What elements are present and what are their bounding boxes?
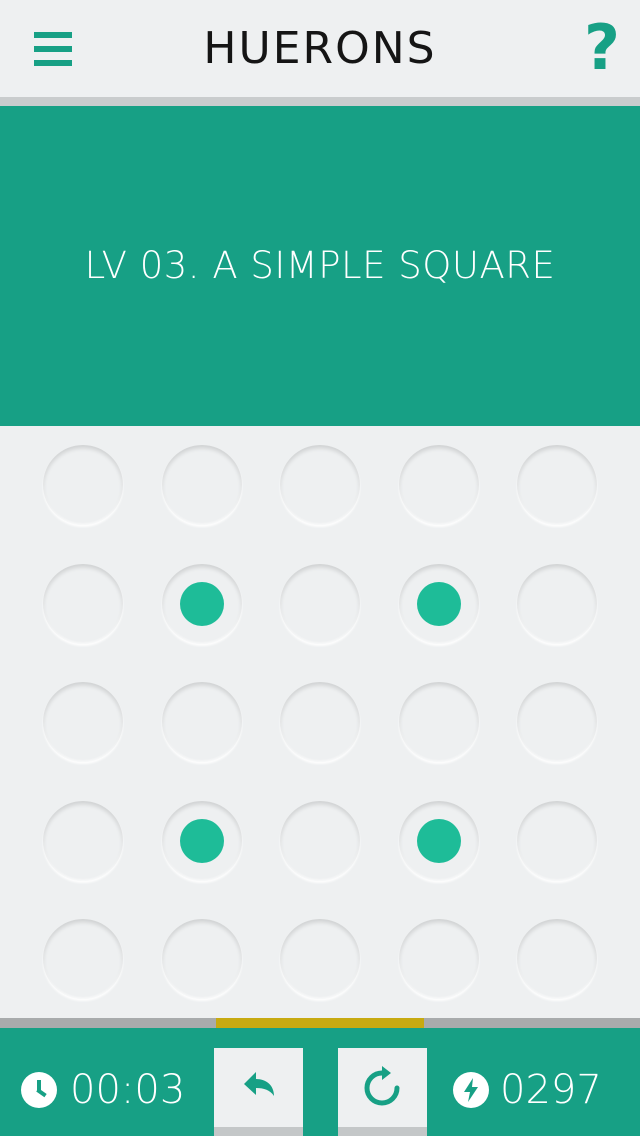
board-hole[interactable]	[43, 919, 123, 999]
filled-dot	[416, 581, 461, 626]
bottom-bar: 00:03 0297	[0, 1028, 640, 1136]
progress-strip	[0, 1018, 640, 1028]
clock-hand	[36, 1088, 47, 1098]
filled-dot	[416, 818, 461, 863]
board-hole[interactable]	[43, 682, 123, 762]
board-hole[interactable]	[398, 682, 479, 762]
board-hole[interactable]	[398, 800, 479, 881]
header: HUERONS ?	[0, 0, 640, 97]
score: 0297	[500, 1067, 602, 1113]
board-hole[interactable]	[280, 800, 360, 881]
board-hole[interactable]	[517, 682, 597, 762]
board-hole[interactable]	[517, 800, 597, 881]
clock-icon	[21, 1072, 57, 1108]
level-banner: LV 03. A SIMPLE SQUARE	[0, 106, 640, 426]
board-hole[interactable]	[43, 800, 123, 881]
board-hole[interactable]	[161, 682, 242, 762]
board-hole[interactable]	[280, 445, 360, 525]
progress-fill	[216, 1018, 424, 1028]
board-hole[interactable]	[398, 445, 479, 525]
board-hole[interactable]	[280, 682, 360, 762]
help-icon[interactable]: ?	[580, 17, 624, 79]
header-divider	[0, 97, 640, 106]
board-hole[interactable]	[517, 919, 597, 999]
timer: 00:03	[70, 1067, 186, 1113]
undo-button[interactable]	[214, 1048, 303, 1136]
board-hole[interactable]	[43, 445, 123, 525]
filled-dot	[179, 581, 224, 626]
restart-button[interactable]	[338, 1048, 427, 1136]
board-hole[interactable]	[517, 445, 597, 525]
board-hole[interactable]	[280, 563, 360, 644]
undo-icon	[244, 1072, 274, 1096]
board-hole[interactable]	[43, 563, 123, 644]
restart-icon	[364, 1066, 400, 1106]
filled-dot	[179, 818, 224, 863]
board-hole[interactable]	[398, 563, 479, 644]
bolt-shape	[464, 1078, 478, 1102]
board-hole[interactable]	[517, 563, 597, 644]
board-hole[interactable]	[280, 919, 360, 999]
bolt-icon	[453, 1072, 489, 1108]
board-hole[interactable]	[161, 445, 242, 525]
board-hole[interactable]	[398, 919, 479, 999]
app-title: HUERONS	[203, 23, 437, 74]
board-hole[interactable]	[161, 563, 242, 644]
board-hole[interactable]	[161, 800, 242, 881]
board-hole[interactable]	[161, 919, 242, 999]
level-title: LV 03. A SIMPLE SQUARE	[84, 244, 556, 287]
game-board	[0, 426, 640, 1018]
